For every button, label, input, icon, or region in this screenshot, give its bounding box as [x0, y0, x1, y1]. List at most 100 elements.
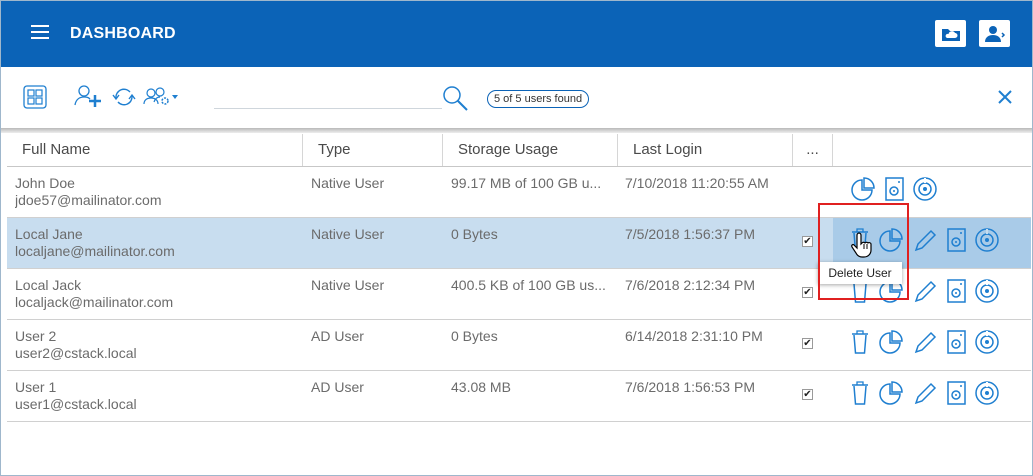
search-underline [214, 108, 442, 109]
toolbar-shadow [1, 128, 1032, 133]
pencil-icon [914, 331, 937, 354]
user-type: Native User [311, 226, 385, 242]
user-full-name: User 2 [15, 328, 57, 344]
user-account-button[interactable] [979, 20, 1010, 47]
pencil-icon [914, 280, 937, 303]
last-login: 7/10/2018 11:20:55 AM [625, 175, 769, 191]
edit-user-button[interactable] [911, 379, 937, 407]
cloud-folder-button[interactable] [935, 20, 966, 47]
user-group-settings-icon [143, 87, 178, 105]
storage-usage: 99.17 MB of 100 GB u... [451, 175, 602, 191]
user-settings-dropdown[interactable] [143, 86, 183, 113]
user-type: AD User [311, 379, 364, 395]
table-row[interactable]: User 1 user1@cstack.local AD User 43.08 … [7, 371, 1031, 422]
col-header-type[interactable]: Type [303, 134, 443, 167]
disk-usage-icon [975, 228, 999, 252]
search-button[interactable] [441, 84, 469, 117]
disk-usage-button[interactable] [974, 277, 1000, 305]
pie-chart-icon [851, 177, 875, 201]
user-type: Native User [311, 277, 385, 293]
col-header-more[interactable]: ... [793, 134, 833, 167]
storage-usage: 400.5 KB of 100 GB us... [451, 277, 606, 293]
user-type: Native User [311, 175, 385, 191]
disk-usage-button[interactable] [974, 328, 1000, 356]
user-email: jdoe57@mailinator.com [15, 192, 162, 208]
storage-usage: 0 Bytes [451, 328, 498, 344]
page-title: DASHBOARD [70, 25, 176, 42]
row-checkbox[interactable]: ✔ [802, 338, 813, 349]
user-email: user1@cstack.local [15, 396, 137, 412]
hard-disk-icon [947, 279, 966, 303]
delete-user-tooltip: Delete User [818, 262, 902, 284]
row-checkbox[interactable]: ✔ [802, 389, 813, 400]
sync-icon [112, 88, 136, 106]
user-full-name: John Doe [15, 175, 75, 191]
disk-usage-button[interactable] [974, 379, 1000, 407]
user-email: localjane@mailinator.com [15, 243, 175, 259]
user-email: user2@cstack.local [15, 345, 137, 361]
disk-details-button[interactable] [881, 175, 907, 203]
table-row[interactable]: User 2 user2@cstack.local AD User 0 Byte… [7, 320, 1031, 371]
add-user-button[interactable] [73, 84, 103, 115]
pie-chart-icon [879, 330, 903, 354]
disk-details-button[interactable] [943, 379, 969, 407]
user-full-name: Local Jack [15, 277, 82, 293]
edit-user-button[interactable] [911, 277, 937, 305]
top-header: DASHBOARD [1, 1, 1032, 67]
storage-quota-button[interactable] [877, 226, 903, 254]
edit-user-button[interactable] [911, 226, 937, 254]
close-button[interactable] [997, 89, 1013, 110]
disk-usage-icon [975, 279, 999, 303]
hard-disk-icon [947, 330, 966, 354]
col-header-last-login[interactable]: Last Login [618, 134, 793, 167]
storage-quota-button[interactable] [877, 328, 903, 356]
cloud-folder-icon [941, 28, 960, 41]
user-type: AD User [311, 328, 364, 344]
disk-usage-button[interactable] [974, 226, 1000, 254]
hamburger-menu-icon[interactable] [31, 25, 49, 43]
search-icon [443, 86, 468, 111]
storage-usage: 43.08 MB [451, 379, 511, 395]
hard-disk-icon [947, 228, 966, 252]
storage-usage: 0 Bytes [451, 226, 498, 242]
row-checkbox[interactable]: ✔ [802, 287, 813, 298]
users-found-badge: 5 of 5 users found [487, 90, 590, 108]
trash-icon [852, 330, 868, 354]
pie-chart-icon [879, 228, 903, 252]
storage-quota-button[interactable] [877, 379, 903, 407]
user-email: localjack@mailinator.com [15, 294, 174, 310]
col-header-storage-usage[interactable]: Storage Usage [443, 134, 618, 167]
last-login: 7/6/2018 1:56:53 PM [625, 379, 755, 395]
search-input[interactable] [214, 86, 440, 106]
table-row[interactable]: John Doe jdoe57@mailinator.com Native Us… [7, 167, 1031, 218]
disk-usage-button[interactable] [912, 175, 938, 203]
hard-disk-icon [947, 381, 966, 405]
delete-user-button[interactable] [847, 328, 873, 356]
close-icon [998, 90, 1012, 104]
sync-users-button[interactable] [111, 86, 137, 113]
disk-details-button[interactable] [943, 226, 969, 254]
storage-quota-button[interactable] [849, 175, 875, 203]
last-login: 7/5/2018 1:56:37 PM [625, 226, 755, 242]
trash-icon [852, 381, 868, 405]
disk-usage-icon [975, 381, 999, 405]
add-user-icon [74, 85, 101, 107]
disk-details-button[interactable] [943, 328, 969, 356]
disk-usage-icon [913, 177, 937, 201]
grid-view-icon [23, 85, 47, 109]
last-login: 6/14/2018 2:31:10 PM [625, 328, 763, 344]
pencil-icon [914, 229, 937, 252]
disk-usage-icon [975, 330, 999, 354]
delete-user-button[interactable] [847, 379, 873, 407]
disk-details-button[interactable] [943, 277, 969, 305]
user-account-icon [984, 25, 1005, 42]
grid-view-button[interactable] [23, 85, 47, 114]
user-full-name: User 1 [15, 379, 57, 395]
edit-user-button[interactable] [911, 328, 937, 356]
hand-pointer-cursor-icon [851, 231, 877, 259]
hard-disk-icon [885, 177, 904, 201]
user-full-name: Local Jane [15, 226, 83, 242]
col-header-full-name[interactable]: Full Name [7, 134, 303, 167]
row-checkbox[interactable]: ✔ [802, 236, 813, 247]
pie-chart-icon [879, 381, 903, 405]
